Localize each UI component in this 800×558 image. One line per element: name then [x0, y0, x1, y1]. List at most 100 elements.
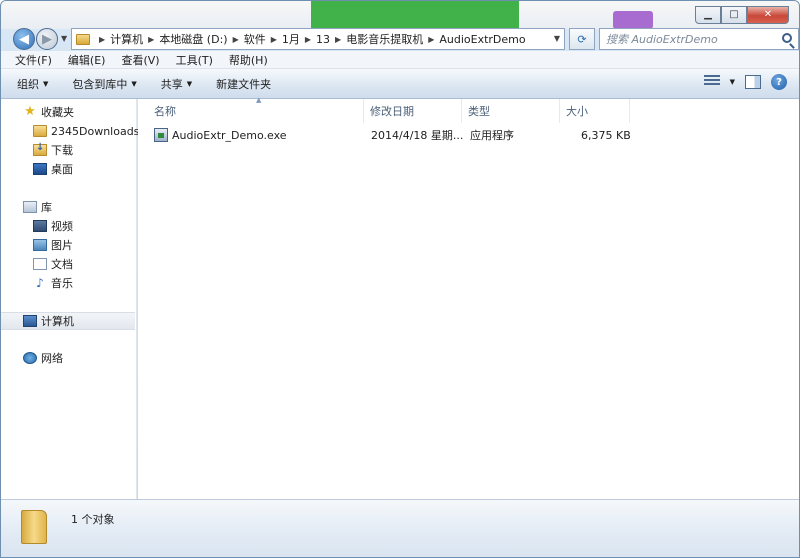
sidebar-label: 2345Downloads	[51, 124, 140, 138]
navigation-pane: ★ 收藏夹 2345Downloads 下载 桌面 库 视频 图片	[1, 99, 139, 499]
chevron-right-icon[interactable]: ▶	[99, 35, 105, 44]
sidebar-label: 音乐	[51, 277, 73, 290]
folder-icon	[33, 125, 47, 137]
computer-icon	[23, 315, 37, 327]
sidebar-item-desktop[interactable]: 桌面	[33, 160, 73, 178]
application-icon	[154, 128, 168, 142]
menu-help[interactable]: 帮助(H)	[225, 52, 272, 68]
explorer-window: ▁ □ ✕ ◀ ▶ ▼ ▶ 计算机 ▶ 本地磁盘 (D:) ▶ 软件 ▶ 1月 …	[0, 0, 800, 558]
search-placeholder: 搜索 AudioExtrDemo	[606, 33, 718, 46]
library-icon	[23, 201, 37, 213]
network-icon	[23, 352, 37, 364]
desktop-icon	[33, 163, 47, 175]
picture-icon	[33, 239, 47, 251]
background-green-banner	[311, 1, 519, 29]
file-type: 应用程序	[470, 129, 514, 142]
chevron-down-icon: ▼	[131, 79, 137, 88]
breadcrumb-software[interactable]: 软件	[244, 31, 266, 47]
sidebar-label: 网络	[41, 352, 63, 365]
sidebar-item-favorites[interactable]: ★ 收藏夹	[23, 103, 74, 121]
help-icon[interactable]: ?	[771, 74, 787, 90]
view-mode-dropdown[interactable]: ▼	[730, 78, 735, 86]
minimize-button[interactable]: ▁	[695, 6, 721, 24]
sidebar-label: 视频	[51, 220, 73, 233]
view-controls: ▼ ?	[703, 74, 787, 90]
refresh-button[interactable]: ⟳	[569, 28, 595, 50]
folder-icon	[21, 510, 47, 544]
sidebar-label: 收藏夹	[41, 106, 74, 119]
sidebar-item-libraries[interactable]: 库	[23, 198, 52, 216]
menu-bar: 文件(F) 编辑(E) 查看(V) 工具(T) 帮助(H)	[1, 51, 799, 69]
file-name: AudioExtr_Demo.exe	[172, 128, 287, 142]
maximize-button[interactable]: □	[721, 6, 747, 24]
menu-tools[interactable]: 工具(T)	[172, 52, 217, 68]
chevron-right-icon[interactable]: ▶	[148, 35, 154, 44]
preview-pane-icon[interactable]	[745, 75, 761, 89]
include-in-library-button[interactable]: 包含到库中 ▼	[72, 76, 136, 92]
sidebar-label: 计算机	[41, 315, 74, 328]
command-bar: 组织 ▼ 包含到库中 ▼ 共享 ▼ 新建文件夹 ▼ ?	[1, 69, 799, 99]
sidebar-item-documents[interactable]: 文档	[33, 255, 73, 273]
star-icon: ★	[24, 104, 36, 119]
sidebar-label: 桌面	[51, 163, 73, 176]
chevron-right-icon[interactable]: ▶	[271, 35, 277, 44]
sidebar-item-2345downloads[interactable]: 2345Downloads	[33, 122, 139, 140]
download-folder-icon	[33, 142, 47, 156]
share-button[interactable]: 共享 ▼	[161, 76, 192, 92]
menu-file[interactable]: 文件(F)	[11, 52, 56, 68]
video-icon	[33, 220, 47, 232]
sidebar-item-videos[interactable]: 视频	[33, 217, 73, 235]
forward-button[interactable]: ▶	[36, 28, 58, 50]
sidebar-label: 文档	[51, 258, 73, 271]
chevron-right-icon[interactable]: ▶	[233, 35, 239, 44]
sidebar-item-computer[interactable]: 计算机	[1, 312, 135, 330]
breadcrumb-audio-tool[interactable]: 电影音乐提取机	[346, 31, 423, 47]
organize-button[interactable]: 组织 ▼	[17, 76, 48, 92]
include-in-library-label: 包含到库中	[72, 77, 128, 91]
menu-view[interactable]: 查看(V)	[117, 52, 163, 68]
menu-edit[interactable]: 编辑(E)	[64, 52, 110, 68]
music-note-icon: ♪	[36, 276, 44, 290]
file-size: 6,375 KB	[581, 128, 631, 142]
close-button[interactable]: ✕	[747, 6, 789, 24]
recent-pages-dropdown[interactable]: ▼	[61, 34, 67, 43]
chevron-right-icon[interactable]: ▶	[305, 35, 311, 44]
file-date: 2014/4/18 星期...	[371, 129, 464, 142]
item-count: 1 个对象	[71, 513, 115, 526]
sidebar-item-network[interactable]: 网络	[23, 349, 63, 367]
sidebar-item-pictures[interactable]: 图片	[33, 236, 73, 254]
chevron-right-icon[interactable]: ▶	[335, 35, 341, 44]
view-mode-icon[interactable]	[703, 75, 720, 89]
table-row[interactable]: AudioExtr_Demo.exe 2014/4/18 星期... 应用程序 …	[154, 125, 634, 145]
column-header-type[interactable]: 类型	[462, 99, 560, 123]
sidebar-label: 下载	[51, 144, 73, 157]
new-folder-button[interactable]: 新建文件夹	[216, 76, 271, 92]
details-pane: 1 个对象	[1, 499, 799, 557]
column-header-name[interactable]: 名称	[148, 99, 364, 123]
column-header-size[interactable]: 大小	[560, 99, 630, 123]
address-history-dropdown[interactable]: ▼	[554, 34, 560, 43]
sidebar-item-music[interactable]: ♪ 音乐	[33, 274, 73, 292]
back-button[interactable]: ◀	[13, 28, 35, 50]
breadcrumb-13[interactable]: 13	[316, 33, 330, 46]
chevron-right-icon[interactable]: ▶	[428, 35, 434, 44]
breadcrumb-computer[interactable]: 计算机	[110, 31, 143, 47]
file-list: ▲ 名称 修改日期 类型 大小 AudioExtr_Demo.exe 2014/…	[138, 96, 799, 499]
sidebar-item-downloads[interactable]: 下载	[33, 141, 73, 159]
document-icon	[33, 258, 47, 270]
sidebar-label: 图片	[51, 239, 73, 252]
organize-label: 组织	[17, 77, 39, 91]
chevron-down-icon: ▼	[186, 79, 193, 88]
search-icon[interactable]	[782, 33, 792, 43]
address-bar[interactable]: ▶ 计算机 ▶ 本地磁盘 (D:) ▶ 软件 ▶ 1月 ▶ 13 ▶ 电影音乐提…	[71, 28, 565, 50]
folder-icon	[76, 33, 90, 45]
search-input[interactable]: 搜索 AudioExtrDemo	[599, 28, 799, 50]
breadcrumb-drive-d[interactable]: 本地磁盘 (D:)	[159, 31, 227, 47]
breadcrumb-january[interactable]: 1月	[282, 31, 300, 47]
navigation-bar: ◀ ▶ ▼ ▶ 计算机 ▶ 本地磁盘 (D:) ▶ 软件 ▶ 1月 ▶ 13 ▶…	[9, 27, 799, 51]
chevron-down-icon: ▼	[43, 79, 49, 88]
column-header-date[interactable]: 修改日期	[364, 99, 462, 123]
sidebar-label: 库	[41, 201, 52, 214]
breadcrumb-current[interactable]: AudioExtrDemo	[439, 33, 525, 46]
caption-buttons: ▁ □ ✕	[695, 6, 789, 24]
